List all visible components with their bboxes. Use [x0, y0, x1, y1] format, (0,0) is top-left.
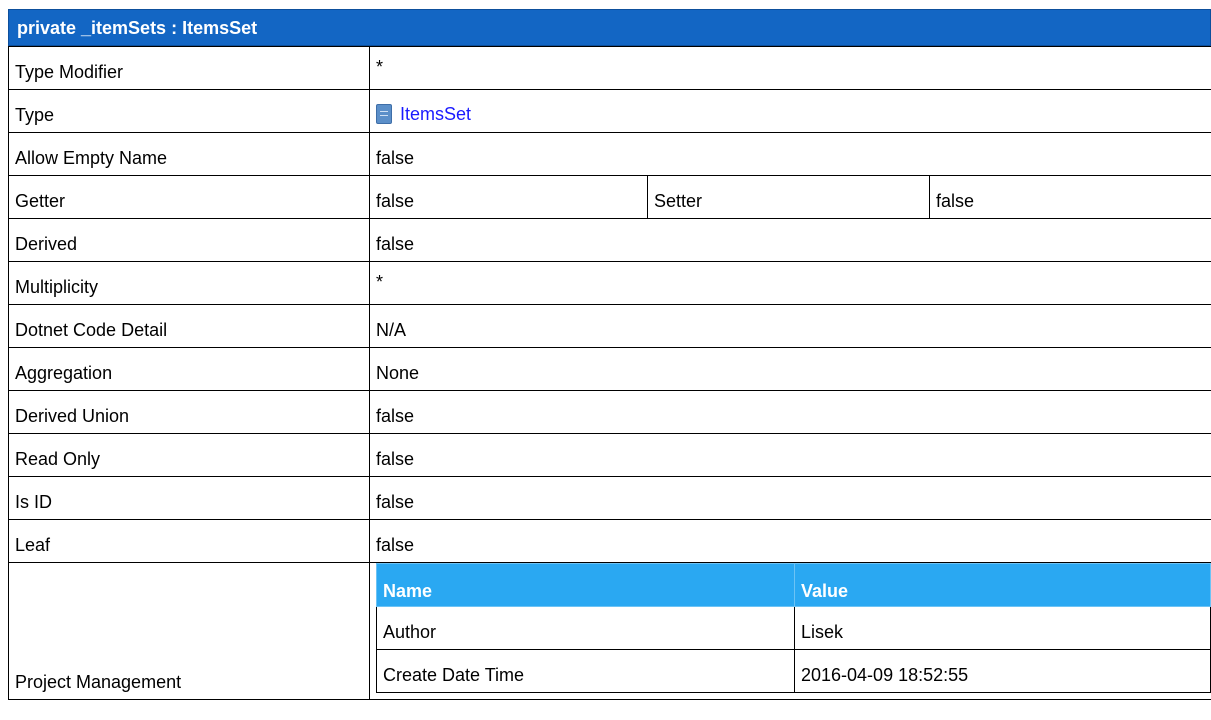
attribute-title: private _itemSets : ItemsSet [17, 18, 258, 38]
property-value: false [369, 390, 1211, 434]
property-label: Dotnet Code Detail [8, 304, 370, 348]
property-label: Multiplicity [8, 261, 370, 305]
property-value: false [369, 132, 1211, 176]
pm-cell-value: 2016-04-09 18:52:55 [794, 649, 1211, 693]
property-value: false [369, 519, 1211, 563]
property-label: Getter [8, 175, 370, 219]
table-row: Derived Union false [8, 390, 1211, 434]
property-label: Is ID [8, 476, 370, 520]
property-label: Project Management [8, 562, 370, 700]
table-row: Author Lisek [376, 606, 1211, 650]
property-value: false [929, 175, 1211, 219]
pm-cell-name: Create Date Time [376, 649, 795, 693]
pm-cell-name: Author [376, 606, 795, 650]
table-row: Project Management Name Value Author Lis… [8, 562, 1211, 700]
property-value: false [369, 218, 1211, 262]
table-row: Aggregation None [8, 347, 1211, 391]
property-value: false [369, 433, 1211, 477]
property-label: Aggregation [8, 347, 370, 391]
property-label: Derived Union [8, 390, 370, 434]
property-value: * [369, 46, 1211, 90]
property-label: Type [8, 89, 370, 133]
table-row: Type Modifier * [8, 46, 1211, 90]
class-icon [376, 104, 392, 124]
property-value: false [369, 476, 1211, 520]
property-label: Allow Empty Name [8, 132, 370, 176]
project-management-table: Name Value Author Lisek Create Date Time… [376, 563, 1211, 693]
property-label: Type Modifier [8, 46, 370, 90]
properties-table: Type Modifier * Type ItemsSet Allow Empt… [8, 46, 1211, 700]
attribute-title-bar: private _itemSets : ItemsSet [8, 9, 1211, 46]
table-row: Dotnet Code Detail N/A [8, 304, 1211, 348]
property-label: Leaf [8, 519, 370, 563]
property-label: Read Only [8, 433, 370, 477]
pm-column-name: Name [376, 563, 795, 607]
pm-header-row: Name Value [376, 563, 1211, 607]
page-top [0, 0, 1211, 9]
table-row: Derived false [8, 218, 1211, 262]
project-management-cell: Name Value Author Lisek Create Date Time… [369, 562, 1211, 700]
property-label: Derived [8, 218, 370, 262]
property-value: None [369, 347, 1211, 391]
table-row: Leaf false [8, 519, 1211, 563]
property-value: * [369, 261, 1211, 305]
table-row: Allow Empty Name false [8, 132, 1211, 176]
table-row: Read Only false [8, 433, 1211, 477]
property-label: Setter [647, 175, 930, 219]
table-row: Type ItemsSet [8, 89, 1211, 133]
table-row: Is ID false [8, 476, 1211, 520]
pm-cell-value: Lisek [794, 606, 1211, 650]
property-value: N/A [369, 304, 1211, 348]
pm-column-value: Value [794, 563, 1211, 607]
property-value: ItemsSet [369, 89, 1211, 133]
property-value: false [369, 175, 648, 219]
type-link[interactable]: ItemsSet [400, 104, 471, 124]
table-row: Getter false Setter false [8, 175, 1211, 219]
table-row: Create Date Time 2016-04-09 18:52:55 [376, 649, 1211, 693]
table-row: Multiplicity * [8, 261, 1211, 305]
